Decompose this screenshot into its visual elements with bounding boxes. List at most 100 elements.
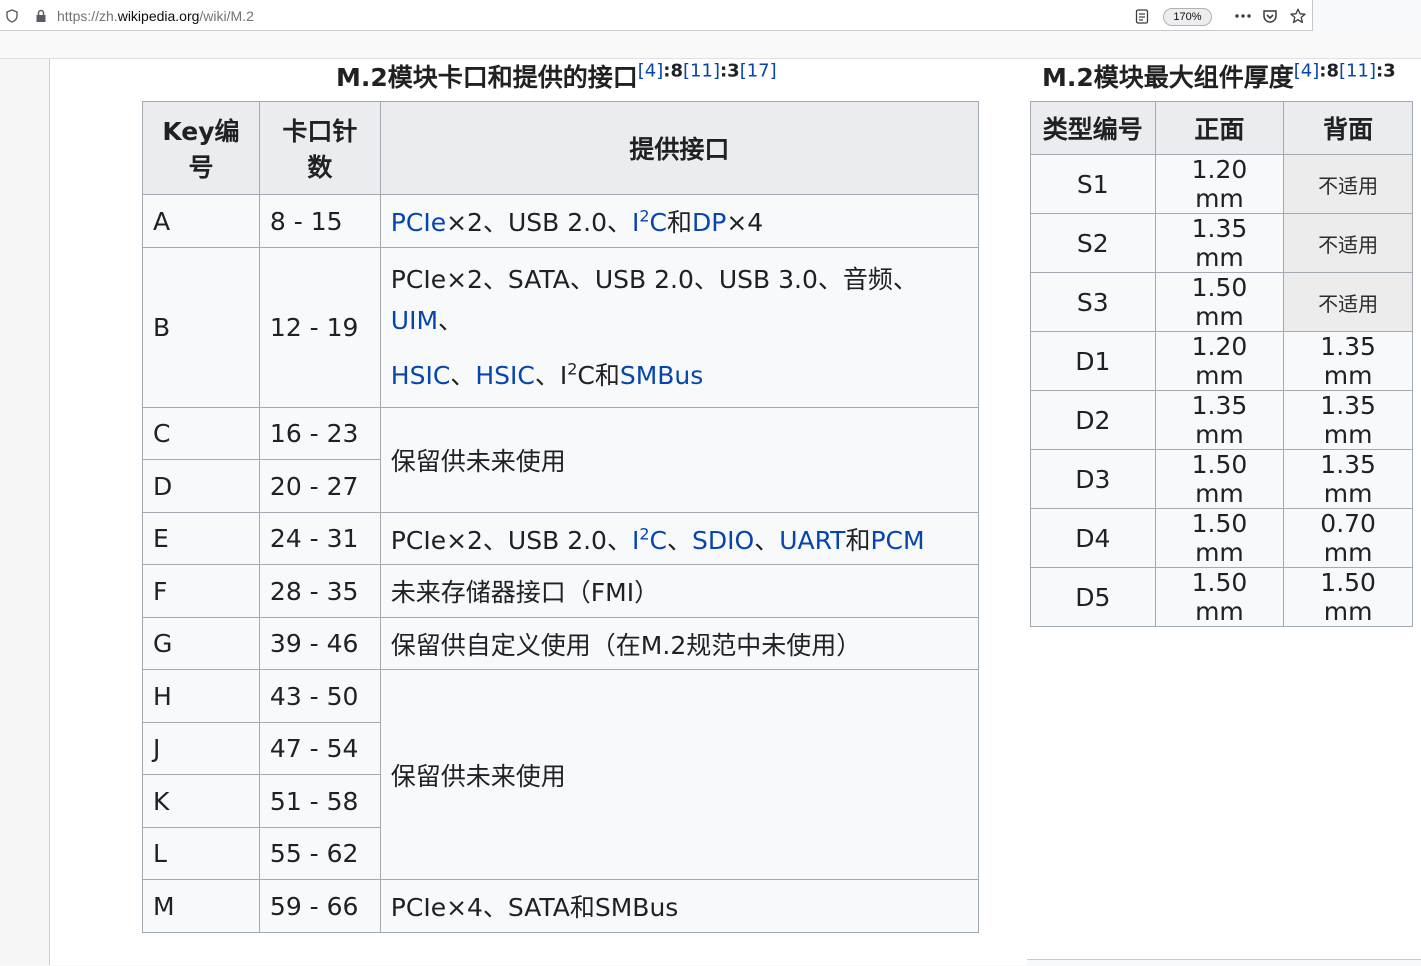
pocket-icon[interactable] [1261, 7, 1279, 25]
back-cell: 1.35 mm [1283, 331, 1413, 391]
front-cell: 1.50 mm [1154, 567, 1285, 627]
ref-17[interactable]: [17] [740, 61, 777, 82]
table1-caption: M.2模块卡口和提供的接口[4]:8[11]:3[17] [336, 60, 777, 92]
address-bar[interactable]: https://zh.wikipedia.org/wiki/M.2 170% [0, 0, 1313, 31]
interface-cell: 保留供自定义使用（在M.2规范中未使用） [379, 617, 980, 670]
key-interface-table: Key编号 卡口针数 提供接口 A 8 - 15 PCIe×2、USB 2.0、… [142, 101, 980, 933]
ref-11[interactable]: [11] [683, 61, 720, 82]
pins-cell: 16 - 23 [258, 407, 381, 460]
link-uim[interactable]: UIM [391, 306, 438, 335]
bookmark-star-icon[interactable] [1289, 7, 1307, 25]
ref-4[interactable]: [4] [1294, 61, 1320, 82]
link-i2c[interactable]: I2C [632, 208, 667, 237]
interface-cell: PCIe×4、SATA和SMBus [379, 879, 980, 933]
key-cell: B [142, 247, 260, 408]
table-row: D2 1.35 mm 1.35 mm [1030, 390, 1413, 450]
key-cell: E [142, 512, 260, 565]
link-uart[interactable]: UART [779, 526, 845, 555]
table-row: S1 1.20 mm 不适用 [1030, 154, 1413, 214]
back-cell: 不适用 [1283, 213, 1413, 273]
back-cell: 不适用 [1283, 154, 1413, 214]
link-dp[interactable]: DP [692, 208, 726, 237]
type-cell: D4 [1030, 508, 1156, 568]
table-header-row: Key编号 卡口针数 提供接口 [142, 101, 980, 195]
header-interfaces: 提供接口 [379, 101, 980, 195]
front-cell: 1.50 mm [1154, 272, 1285, 332]
type-cell: S1 [1030, 154, 1156, 214]
header-back: 背面 [1283, 101, 1413, 155]
table-row: D4 1.50 mm 0.70 mm [1030, 508, 1413, 568]
table-row: S2 1.35 mm 不适用 [1030, 213, 1413, 273]
link-smbus[interactable]: SMBus [620, 361, 703, 390]
header-key: Key编号 [142, 101, 260, 195]
page-actions-icon[interactable] [1233, 7, 1253, 25]
interface-cell: PCIe×2、USB 2.0、I2C、SDIO、UART和PCM [379, 512, 980, 565]
table-row: D1 1.20 mm 1.35 mm [1030, 331, 1413, 391]
thickness-table: 类型编号 正面 背面 S1 1.20 mm 不适用 S2 1.35 mm 不适用 S3 1… [1030, 101, 1413, 627]
front-cell: 1.35 mm [1154, 390, 1285, 450]
reader-view-icon[interactable] [1134, 7, 1150, 25]
ref-4[interactable]: [4] [638, 61, 664, 82]
back-cell: 不适用 [1283, 272, 1413, 332]
link-pcm[interactable]: PCM [870, 526, 924, 555]
table-row: D5 1.50 mm 1.50 mm [1030, 567, 1413, 627]
type-cell: S2 [1030, 213, 1156, 273]
type-cell: D2 [1030, 390, 1156, 450]
interface-cell: PCIe×2、SATA、USB 2.0、USB 3.0、音频、 UIM、 HSIC… [379, 247, 980, 408]
table-row: H 43 - 50 保留供未来使用 [142, 669, 980, 880]
table-row: B 12 - 19 PCIe×2、SATA、USB 2.0、USB 3.0、音频… [142, 247, 980, 408]
type-cell: S3 [1030, 272, 1156, 332]
key-cell: A [142, 194, 260, 248]
table-row: C 16 - 23 保留供未来使用 [142, 407, 980, 513]
front-cell: 1.50 mm [1154, 508, 1285, 568]
key-cell: J [142, 722, 260, 775]
url-text[interactable]: https://zh.wikipedia.org/wiki/M.2 [57, 8, 254, 25]
ref-11[interactable]: [11] [1339, 61, 1376, 82]
table-row: E 24 - 31 PCIe×2、USB 2.0、I2C、SDIO、UART和P… [142, 512, 980, 565]
table-row: D3 1.50 mm 1.35 mm [1030, 449, 1413, 509]
key-cell: C [142, 407, 260, 460]
pins-cell: 43 - 50 [258, 669, 381, 723]
lock-icon[interactable] [34, 7, 48, 25]
pins-cell: 55 - 62 [258, 827, 381, 880]
table-row: G 39 - 46 保留供自定义使用（在M.2规范中未使用） [142, 617, 980, 670]
back-cell: 1.50 mm [1283, 567, 1413, 627]
back-cell: 0.70 mm [1283, 508, 1413, 568]
back-cell: 1.35 mm [1283, 390, 1413, 450]
header-front: 正面 [1154, 101, 1285, 155]
table-row: M 59 - 66 PCIe×4、SATA和SMBus [142, 879, 980, 933]
front-cell: 1.35 mm [1154, 213, 1285, 273]
table-header-row: 类型编号 正面 背面 [1030, 101, 1413, 155]
link-sdio[interactable]: SDIO [692, 526, 754, 555]
interface-cell: 保留供未来使用 [379, 407, 980, 513]
key-cell: K [142, 774, 260, 828]
key-cell: D [142, 459, 260, 513]
table-row: A 8 - 15 PCIe×2、USB 2.0、I2C和DP×4 [142, 194, 980, 248]
interface-cell: 保留供未来使用 [379, 669, 980, 880]
link-pcie[interactable]: PCIe [391, 208, 446, 237]
table-row: S3 1.50 mm 不适用 [1030, 272, 1413, 332]
pins-cell: 47 - 54 [258, 722, 381, 775]
pins-cell: 12 - 19 [258, 247, 381, 408]
front-cell: 1.50 mm [1154, 449, 1285, 509]
header-type: 类型编号 [1030, 101, 1156, 155]
interface-cell: PCIe×2、USB 2.0、I2C和DP×4 [379, 194, 980, 248]
front-cell: 1.20 mm [1154, 331, 1285, 391]
key-cell: G [142, 617, 260, 670]
key-cell: L [142, 827, 260, 880]
header-pins: 卡口针数 [258, 101, 381, 195]
tracking-shield-icon[interactable] [5, 7, 19, 25]
pins-cell: 20 - 27 [258, 459, 381, 513]
interface-cell: 未来存储器接口（FMI） [379, 564, 980, 618]
key-cell: H [142, 669, 260, 723]
link-hsic-2[interactable]: HSIC [475, 361, 535, 390]
pins-cell: 28 - 35 [258, 564, 381, 618]
left-sidebar [0, 59, 50, 965]
toolbar-strip [0, 31, 1421, 58]
pins-cell: 59 - 66 [258, 879, 381, 933]
zoom-indicator[interactable]: 170% [1163, 8, 1212, 26]
link-hsic[interactable]: HSIC [391, 361, 451, 390]
pins-cell: 8 - 15 [258, 194, 381, 248]
link-i2c[interactable]: I2C [632, 526, 667, 555]
type-cell: D3 [1030, 449, 1156, 509]
